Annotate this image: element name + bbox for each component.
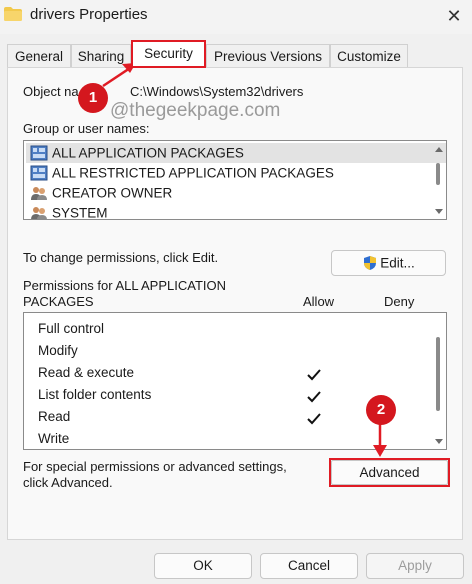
advanced-hint-line1: For special permissions or advanced sett…	[23, 459, 287, 474]
scroll-down-icon[interactable]	[435, 209, 443, 214]
permission-row: Modify	[38, 343, 78, 358]
permission-row: List folder contents	[38, 387, 152, 402]
title-bar: drivers Properties ✕	[0, 0, 472, 34]
tab-general[interactable]: General	[7, 44, 71, 68]
permissions-scrollbar[interactable]	[436, 337, 440, 411]
object-name-label: Object na	[23, 84, 79, 99]
window-title: drivers Properties	[30, 6, 148, 23]
allow-column-header: Allow	[303, 294, 335, 309]
permissions-list[interactable]: Full control Modify Read & execute List …	[23, 312, 447, 450]
shield-icon	[364, 256, 377, 271]
permission-row: Full control	[38, 321, 105, 336]
object-name-value: C:\Windows\System32\drivers	[130, 84, 304, 99]
watermark: @thegeekpage.com	[110, 100, 281, 121]
change-permissions-hint: To change permissions, click Edit.	[23, 250, 219, 265]
allow-check-icon	[307, 413, 321, 425]
advanced-button-highlight	[329, 458, 450, 487]
tab-security[interactable]: Security	[131, 41, 206, 68]
list-item[interactable]: SYSTEM	[30, 203, 108, 219]
permission-row: Read	[38, 409, 71, 424]
tab-customize[interactable]: Customize	[330, 44, 408, 68]
group-list-scrollbar[interactable]	[436, 163, 440, 185]
deny-column-header: Deny	[384, 294, 415, 309]
close-icon[interactable]: ✕	[440, 4, 468, 28]
permissions-for-label-line1: Permissions for ALL APPLICATION	[23, 278, 227, 293]
allow-check-icon	[307, 391, 321, 403]
users-icon	[31, 187, 47, 201]
advanced-hint-line2: click Advanced.	[23, 475, 113, 490]
ok-button[interactable]: OK	[154, 553, 252, 579]
list-item[interactable]: CREATOR OWNER	[30, 183, 172, 203]
permission-row: Read & execute	[38, 365, 135, 380]
allow-check-icon	[307, 369, 321, 381]
users-icon	[31, 207, 47, 219]
step-2-badge: 2	[366, 395, 396, 425]
edit-button[interactable]: Edit...	[331, 250, 446, 276]
permission-row: Write	[38, 431, 70, 446]
tab-previous-versions[interactable]: Previous Versions	[206, 44, 330, 68]
app-package-icon	[30, 145, 48, 161]
scroll-down-icon[interactable]	[435, 439, 443, 444]
list-item[interactable]: ALL APPLICATION PACKAGES	[30, 143, 244, 163]
permissions-for-label-line2: PACKAGES	[23, 294, 94, 309]
step-1-badge: 1	[78, 83, 108, 113]
scroll-up-icon[interactable]	[435, 147, 443, 152]
cancel-button[interactable]: Cancel	[260, 553, 358, 579]
list-item[interactable]: ALL RESTRICTED APPLICATION PACKAGES	[30, 163, 334, 183]
group-list[interactable]: ALL APPLICATION PACKAGES ALL RESTRICTED …	[23, 140, 447, 220]
group-list-label: Group or user names:	[23, 121, 150, 136]
app-package-icon	[30, 165, 48, 181]
apply-button[interactable]: Apply	[366, 553, 464, 579]
tab-sharing[interactable]: Sharing	[71, 44, 131, 68]
folder-icon	[4, 7, 22, 21]
